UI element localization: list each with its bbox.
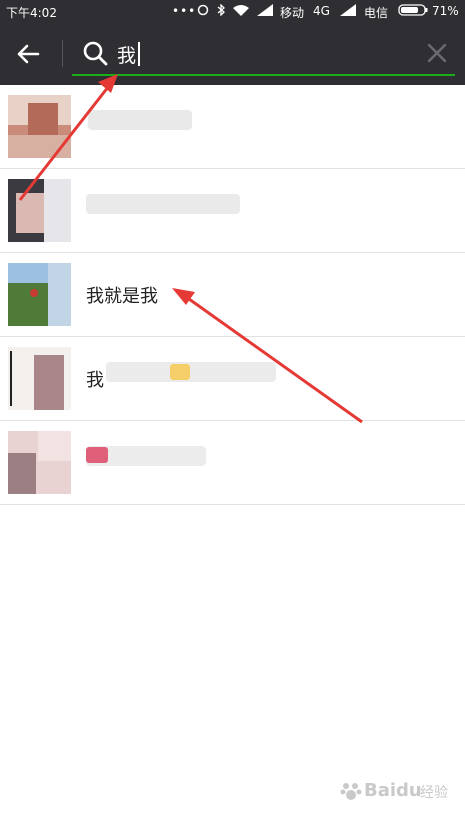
contact-row[interactable]: [0, 85, 465, 169]
battery-icon: [398, 4, 428, 16]
header-divider: [62, 40, 63, 67]
blurred-emoji: [86, 447, 108, 463]
network-type: 4G: [313, 4, 330, 18]
search-header: 我: [0, 22, 465, 85]
search-input-underline: [72, 74, 455, 76]
contact-row[interactable]: 我: [0, 337, 465, 421]
status-time: 下午4:02: [6, 6, 57, 20]
avatar: [8, 263, 71, 326]
blurred-contact-name: [86, 194, 240, 214]
more-dots-icon: •••: [172, 4, 197, 18]
bluetooth-icon: [217, 4, 225, 16]
blurred-contact-name: [106, 362, 276, 382]
text-cursor: [138, 42, 140, 66]
contact-row[interactable]: [0, 421, 465, 505]
signal-icon-2: [340, 4, 356, 16]
contact-row[interactable]: 我就是我: [0, 253, 465, 337]
avatar: [8, 347, 71, 410]
contact-name: 我: [86, 370, 104, 391]
search-input[interactable]: 我: [117, 41, 136, 68]
carrier-2: 电信: [364, 6, 389, 20]
blurred-contact-name: [88, 110, 192, 130]
watermark-brand: Baidu: [364, 780, 422, 801]
clear-icon[interactable]: [426, 42, 448, 64]
watermark-suffix: 经验: [420, 785, 448, 801]
avatar: [8, 431, 71, 494]
wifi-icon: [233, 5, 249, 16]
battery-percent: 71%: [432, 4, 459, 18]
status-bar: 下午4:02 ••• 移动 4G 电信 71%: [0, 0, 465, 22]
signal-icon-1: [257, 4, 273, 16]
search-icon: [83, 41, 108, 66]
carrier-1: 移动: [280, 6, 305, 20]
back-arrow-icon[interactable]: [14, 40, 42, 68]
avatar: [8, 179, 71, 242]
contact-row[interactable]: [0, 169, 465, 253]
contact-name: 我就是我: [86, 286, 158, 307]
sync-icon: [197, 4, 209, 16]
avatar: [8, 95, 71, 158]
blurred-emoji: [170, 364, 190, 380]
paw-icon: [340, 783, 362, 800]
